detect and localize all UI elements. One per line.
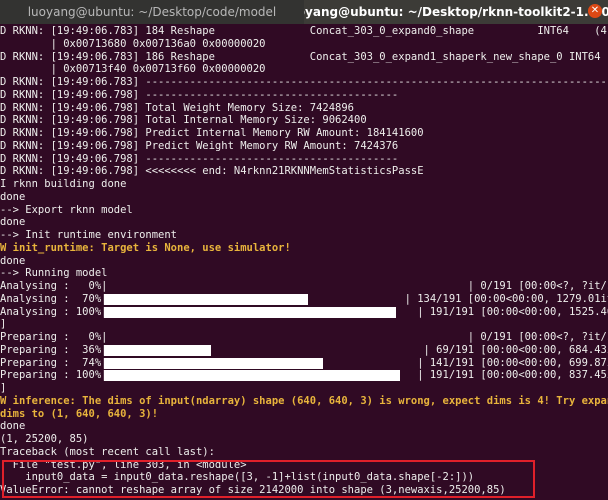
terminal-line: done [0,255,608,268]
line-text: D RKNN: [19:49:06.783] 184 Reshape Conca… [0,25,608,37]
terminal-line: | 0x00713f40 0x00713f60 0x00000020 [0,63,608,76]
terminal-tab-2[interactable]: luoyang@ubuntu: ~/Desktop/rknn-toolkit2-… [304,0,608,24]
line-text: Analysing : 0%| | 0/191 [00:00<?, ?it/s [0,280,608,292]
terminal-line: D RKNN: [19:49:06.783] 186 Reshape Conca… [0,51,608,64]
terminal-line: Preparing : 74%| | 141/191 [00:00<00:00,… [0,357,608,370]
terminal-tab-1[interactable]: luoyang@ubuntu: ~/Desktop/code/model [0,0,304,24]
line-text: input0_data = input0_data.reshape([3, -1… [0,471,475,484]
line-text: ] [0,318,7,331]
terminal-line: input0_data = input0_data.reshape([3, -1… [0,471,608,484]
terminal-line: | 0x00713680 0x007136a0 0x00000020 [0,38,608,51]
line-text: dims to (1, 640, 640, 3)! [0,407,159,420]
line-text: | 0x00713680 0x007136a0 0x00000020 [0,37,266,50]
progress-bar-fill [104,306,396,318]
terminal-line: D RKNN: [19:49:06.798] <<<<<<<< end: N4r… [0,165,608,178]
line-text: --> Init runtime environment [0,229,178,241]
line-text: D RKNN: [19:49:06.783] -----------------… [0,76,608,88]
progress-bar-fill [104,357,323,369]
terminal-line: done [0,420,608,433]
terminal-line: done [0,216,608,229]
warning-line: W inference: The dims of input(ndarray) … [0,395,608,408]
line-text: (1, 25200, 85) [0,433,89,445]
terminal-line: D RKNN: [19:49:06.798] Predict Weight Me… [0,140,608,153]
terminal-tab-bar: luoyang@ubuntu: ~/Desktop/code/model luoy… [0,0,608,24]
progress-bar-fill [104,370,400,382]
line-text: D RKNN: [19:49:06.798] Total Weight Memo… [0,101,355,114]
terminal-line: Preparing : 0%| | 0/191 [00:00<?, ?it/s [0,331,608,344]
terminal-line: ValueError: cannot reshape array of size… [0,484,608,497]
terminal-line: Preparing : 100%| | 191/191 [00:00<00:00… [0,369,608,382]
terminal-line: D RKNN: [19:49:06.798] -----------------… [0,89,608,102]
terminal-line: Analysing : 70%| | 134/191 [00:00<00:00,… [0,293,608,306]
line-text: W init_runtime: Target is None, use simu… [0,241,291,254]
line-text: done [0,216,26,229]
line-text: D RKNN: [19:49:06.798] Predict Weight Me… [0,139,399,152]
terminal-output[interactable]: D RKNN: [19:49:06.783] 184 Reshape Conca… [0,25,608,500]
terminal-line: (1, 25200, 85) [0,433,608,446]
line-text: File "test.py", line 303, in <module> [0,458,247,471]
terminal-scrollbar[interactable] [604,25,608,500]
progress-bar-fill [104,344,211,356]
terminal-line: --> Running model [0,267,608,280]
line-text: | 0x00713f40 0x00713f60 0x00000020 [0,63,266,76]
tab-label: luoyang@ubuntu: ~/Desktop/rknn-toolkit2-… [304,5,608,19]
line-text: done [0,190,26,203]
line-text: D RKNN: [19:49:06.798] -----------------… [0,152,399,165]
terminal-line: D RKNN: [19:49:06.798] Total Weight Memo… [0,102,608,115]
terminal-line: Analysing : 100%| | 191/191 [00:00<00:00… [0,306,608,319]
line-text: D RKNN: [19:49:06.783] 186 Reshape Conca… [0,50,608,63]
line-text: Preparing : 0%| | 0/191 [00:00<?, ?it/s [0,331,608,343]
line-text: I rknn building done [0,178,127,190]
line-text: done [0,420,26,433]
terminal-line: --> Init runtime environment [0,229,608,242]
warning-line: dims to (1, 640, 640, 3)! [0,408,608,421]
terminal-line: D RKNN: [19:49:06.783] 184 Reshape Conca… [0,25,608,38]
line-text: D RKNN: [19:49:06.798] Predict Internal … [0,127,424,139]
terminal-line: ] [0,318,608,331]
tab-label: luoyang@ubuntu: ~/Desktop/code/model [27,5,277,19]
terminal-line: D RKNN: [19:49:06.783] -----------------… [0,76,608,89]
terminal-line: D RKNN: [19:49:06.798] -----------------… [0,153,608,166]
line-text: --> Running model [0,267,108,280]
line-text: D RKNN: [19:49:06.798] -----------------… [0,88,399,101]
line-text: ValueError: cannot reshape array of size… [0,484,506,496]
line-text: D RKNN: [19:49:06.798] Total Internal Me… [0,114,367,127]
line-text: Preparing : 36%| | 69/191 [00:00<00:00, … [0,343,608,356]
terminal-line: Preparing : 36%| | 69/191 [00:00<00:00, … [0,344,608,357]
line-text: Traceback (most recent call last): [0,445,215,458]
line-text: W inference: The dims of input(ndarray) … [0,394,608,407]
line-text: --> Export rknn model [0,203,133,216]
terminal-line: File "test.py", line 303, in <module> [0,459,608,472]
terminal-line: --> Export rknn model [0,204,608,217]
terminal-line: D RKNN: [19:49:06.798] Predict Internal … [0,127,608,140]
progress-bar-fill [104,293,308,305]
warning-line: W init_runtime: Target is None, use simu… [0,242,608,255]
terminal-line: Analysing : 0%| | 0/191 [00:00<?, ?it/s [0,280,608,293]
terminal-line: ] [0,382,608,395]
terminal-line: D RKNN: [19:49:06.798] Total Internal Me… [0,114,608,127]
line-text: ] [0,382,7,394]
terminal-line: Traceback (most recent call last): [0,446,608,459]
terminal-line: I rknn building done [0,178,608,191]
terminal-line: done [0,191,608,204]
line-text: done [0,254,26,267]
line-text: D RKNN: [19:49:06.798] <<<<<<<< end: N4r… [0,165,424,178]
close-icon[interactable]: ✕ [588,4,602,18]
